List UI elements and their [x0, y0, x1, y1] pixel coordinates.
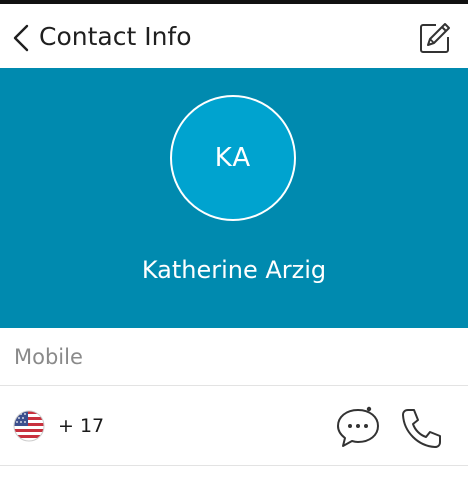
app-header: Contact Info: [0, 4, 468, 68]
page-title: Contact Info: [39, 22, 192, 51]
phone-number: + 17: [58, 415, 105, 437]
mobile-section-header: Mobile: [0, 328, 468, 386]
contact-name: Katherine Arzig: [141, 256, 327, 284]
phone-entry-row[interactable]: + 17: [0, 386, 468, 466]
edit-button[interactable]: [418, 21, 452, 55]
chat-bubble-icon: [337, 406, 379, 447]
edit-pencil-icon: [420, 23, 450, 53]
contact-hero: KA Katherine Arzig: [0, 68, 468, 328]
call-button[interactable]: [398, 406, 444, 452]
avatar-initials: KA: [214, 143, 252, 173]
phone-icon: [402, 409, 441, 448]
chevron-left-icon: [13, 24, 29, 52]
avatar: KA: [170, 95, 296, 221]
message-button[interactable]: [334, 406, 382, 450]
section-label: Mobile: [14, 345, 83, 369]
back-button[interactable]: [8, 20, 34, 56]
us-flag-icon: [13, 410, 45, 442]
